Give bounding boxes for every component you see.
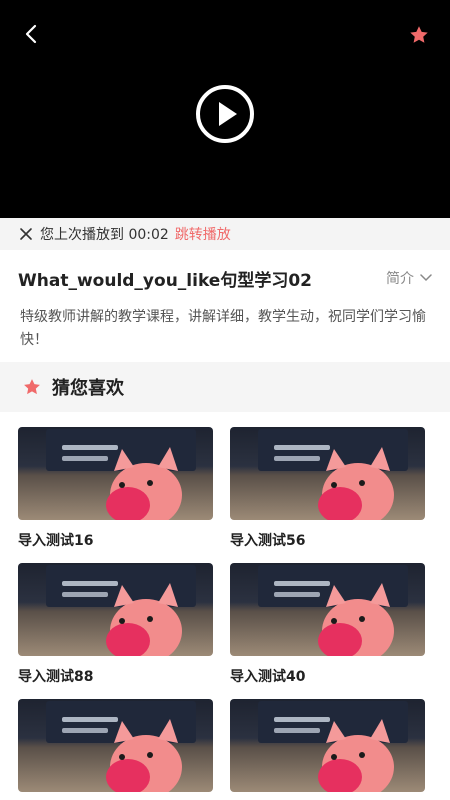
pig-toy-image (106, 447, 182, 520)
video-thumbnail[interactable] (18, 699, 213, 792)
video-card-title: 导入测试56 (230, 533, 306, 549)
video-card[interactable]: 导入测试56 (230, 427, 425, 550)
pig-toy-image (318, 719, 394, 792)
video-card[interactable]: 导入测试88 (18, 563, 213, 686)
close-icon[interactable] (18, 226, 34, 242)
video-player[interactable] (0, 0, 450, 218)
back-arrow-icon[interactable] (20, 22, 44, 46)
star-icon[interactable] (408, 24, 430, 46)
resume-bar: 您上次播放到 00:02 跳转播放 (0, 218, 450, 250)
video-card[interactable]: 导入测试16 (18, 427, 213, 550)
video-thumbnail[interactable] (18, 427, 213, 520)
course-title: What_would_you_like句型学习02 (18, 270, 312, 291)
pig-toy-image (106, 719, 182, 792)
recommend-header: 猜您喜欢 (0, 362, 450, 412)
resume-text: 您上次播放到 00:02 (40, 227, 169, 243)
video-card-title: 导入测试40 (230, 669, 306, 685)
play-circle-icon[interactable] (195, 84, 255, 144)
course-description: 特级教师讲解的教学课程，讲解详细，教学生动，祝同学们学习愉快！ (20, 309, 426, 348)
pig-toy-image (318, 583, 394, 656)
video-card[interactable] (18, 699, 213, 800)
pig-toy-image (106, 583, 182, 656)
pig-toy-image (318, 447, 394, 520)
video-thumbnail[interactable] (230, 427, 425, 520)
course-title-row: What_would_you_like句型学习02 简介 (0, 258, 450, 298)
chevron-down-icon (420, 274, 432, 282)
star-icon (24, 379, 40, 395)
video-thumbnail[interactable] (230, 699, 425, 792)
intro-toggle[interactable]: 简介 (386, 268, 432, 288)
video-card-title: 导入测试16 (18, 533, 94, 549)
jump-play-link[interactable]: 跳转播放 (175, 224, 231, 244)
video-thumbnail[interactable] (230, 563, 425, 656)
video-card-title: 导入测试88 (18, 669, 94, 685)
recommend-title: 猜您喜欢 (52, 378, 124, 399)
video-card[interactable]: 导入测试40 (230, 563, 425, 686)
video-thumbnail[interactable] (18, 563, 213, 656)
video-card[interactable] (230, 699, 425, 800)
intro-label: 简介 (386, 271, 414, 287)
